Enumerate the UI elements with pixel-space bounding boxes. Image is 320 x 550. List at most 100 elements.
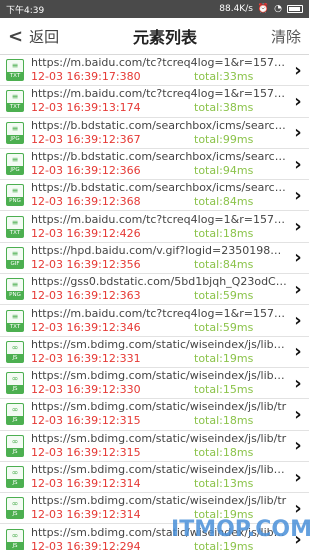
request-url: https://hpd.baidu.com/v.gif?logid=235019…	[31, 243, 287, 257]
request-total: total:33ms	[194, 70, 254, 84]
list-item[interactable]: ≡ TXT https://m.baidu.com/tc?tcreq4log=1&r…	[0, 305, 309, 337]
file-type-label: TXT	[7, 103, 23, 112]
row-meta: 12-03 16:39:12:366 total:94ms	[31, 164, 287, 178]
row-meta: 12-03 16:39:12:331 total:19ms	[31, 352, 287, 366]
list-item[interactable]: ≡ JPG https://b.bdstatic.com/searchbox/icm…	[0, 118, 309, 149]
file-type-icon: ∞ JS	[6, 372, 24, 395]
alarm-icon: ⏰	[257, 4, 270, 14]
watermark: ITMOP.COM	[171, 517, 312, 542]
file-glyph-icon: ∞	[11, 436, 19, 446]
request-url: https://m.baidu.com/tc?tcreq4log=1&r=157…	[31, 306, 287, 320]
file-type-icon: ≡ TXT	[6, 59, 24, 82]
list-item[interactable]: ∞ JS https://sm.bdimg.com/static/wiseindex…	[0, 337, 309, 368]
list-item[interactable]: ≡ PNG https://b.bdstatic.com/searchbox/icm…	[0, 180, 309, 212]
request-total: total:94ms	[194, 164, 254, 178]
row-info: https://m.baidu.com/tc?tcreq4log=1&r=157…	[31, 213, 287, 241]
request-total: total:84ms	[194, 257, 254, 271]
file-type-icon: ∞ JS	[6, 340, 24, 363]
chevron-right-icon[interactable]: ›	[287, 185, 309, 206]
request-time: 12-03 16:39:12:367	[31, 132, 141, 146]
request-url: https://b.bdstatic.com/searchbox/icms/se…	[31, 118, 287, 132]
request-time: 12-03 16:39:12:363	[31, 289, 141, 303]
list-item[interactable]: ∞ JS https://sm.bdimg.com/static/wiseindex…	[0, 462, 309, 494]
file-glyph-icon: ∞	[11, 374, 19, 384]
element-list: ≡ TXT https://m.baidu.com/tc?tcreq4log=1&r…	[0, 55, 309, 550]
request-time: 12-03 16:39:12:330	[31, 383, 141, 397]
chevron-right-icon[interactable]: ›	[287, 91, 309, 112]
row-meta: 12-03 16:39:12:368 total:84ms	[31, 195, 287, 209]
request-total: total:84ms	[194, 195, 254, 209]
chevron-right-icon[interactable]: ›	[287, 498, 309, 519]
network-speed: 88.4K/s	[219, 4, 253, 14]
file-type-label: JS	[7, 416, 23, 425]
request-time: 12-03 16:39:12:356	[31, 257, 141, 271]
chevron-right-icon[interactable]: ›	[287, 154, 309, 175]
status-bar: 下午4:39 88.4K/s ⏰ ◔	[0, 0, 309, 18]
request-url: https://sm.bdimg.com/static/wiseindex/js…	[31, 494, 287, 508]
chevron-right-icon[interactable]: ›	[287, 404, 309, 425]
list-item[interactable]: ∞ JS https://sm.bdimg.com/static/wiseindex…	[0, 368, 309, 400]
row-meta: 12-03 16:39:12:426 total:18ms	[31, 227, 287, 241]
chevron-right-icon[interactable]: ›	[287, 435, 309, 456]
chevron-right-icon[interactable]: ›	[287, 467, 309, 488]
row-info: https://sm.bdimg.com/static/wiseindex/js…	[31, 338, 287, 366]
request-time: 12-03 16:39:17:380	[31, 70, 141, 84]
request-url: https://m.baidu.com/tc?tcreq4log=1&r=157…	[31, 56, 287, 70]
file-glyph-icon: ∞	[11, 405, 19, 415]
file-type-label: TXT	[7, 228, 23, 237]
request-time: 12-03 16:39:12:315	[31, 445, 141, 459]
list-item[interactable]: ≡ TXT https://m.baidu.com/tc?tcreq4log=1&r…	[0, 55, 309, 87]
back-label: 返回	[29, 27, 60, 46]
file-glyph-icon: ≡	[11, 123, 19, 133]
chevron-right-icon[interactable]: ›	[287, 310, 309, 331]
request-url: https://b.bdstatic.com/searchbox/icms/se…	[31, 181, 287, 195]
row-info: https://sm.bdimg.com/static/wiseindex/js…	[31, 463, 287, 491]
request-time: 12-03 16:39:12:368	[31, 195, 141, 209]
chevron-right-icon[interactable]: ›	[287, 279, 309, 300]
back-button[interactable]: < 返回	[8, 26, 59, 47]
file-type-icon: ≡ JPG	[6, 121, 24, 144]
file-type-label: JS	[7, 541, 23, 550]
chevron-right-icon[interactable]: ›	[287, 373, 309, 394]
list-item[interactable]: ≡ GIF https://hpd.baidu.com/v.gif?logid=23…	[0, 243, 309, 275]
clear-button[interactable]: 清除	[271, 26, 301, 47]
row-meta: 12-03 16:39:12:315 total:18ms	[31, 414, 287, 428]
list-item[interactable]: ≡ JPG https://b.bdstatic.com/searchbox/icm…	[0, 149, 309, 181]
row-info: https://m.baidu.com/tc?tcreq4log=1&r=157…	[31, 87, 287, 115]
file-glyph-icon: ≡	[11, 61, 19, 71]
chevron-right-icon[interactable]: ›	[287, 247, 309, 268]
list-item[interactable]: ∞ JS https://sm.bdimg.com/static/wiseindex…	[0, 399, 309, 431]
list-item[interactable]: ≡ TXT https://m.baidu.com/tc?tcreq4log=1&r…	[0, 86, 309, 118]
chevron-right-icon[interactable]: ›	[287, 216, 309, 237]
row-meta: 12-03 16:39:13:174 total:38ms	[31, 101, 287, 115]
page-title: 元素列表	[133, 28, 198, 47]
request-time: 12-03 16:39:12:314	[31, 477, 141, 490]
request-total: total:18ms	[194, 226, 254, 240]
list-item[interactable]: ∞ JS https://sm.bdimg.com/static/wiseindex…	[0, 431, 309, 462]
row-info: https://m.baidu.com/tc?tcreq4log=1&r=157…	[31, 307, 287, 335]
request-total: total:38ms	[194, 101, 254, 115]
request-time: 12-03 16:39:12:346	[31, 320, 141, 334]
list-item[interactable]: ≡ TXT https://m.baidu.com/tc?tcreq4log=1&r…	[0, 211, 309, 243]
chevron-right-icon[interactable]: ›	[287, 60, 309, 81]
file-type-label: GIF	[7, 259, 23, 268]
row-meta: 12-03 16:39:12:330 total:15ms	[31, 383, 287, 397]
wifi-icon: ◔	[274, 4, 282, 14]
chevron-right-icon[interactable]: ›	[287, 122, 309, 143]
request-total: total:15ms	[194, 383, 254, 397]
file-type-label: JS	[7, 447, 23, 456]
row-info: https://m.baidu.com/tc?tcreq4log=1&r=157…	[31, 56, 287, 84]
request-total: total:59ms	[194, 289, 254, 303]
file-type-label: JPG	[7, 134, 23, 143]
chevron-right-icon[interactable]: ›	[287, 341, 309, 362]
request-time: 12-03 16:39:12:331	[31, 351, 141, 365]
file-glyph-icon: ≡	[11, 92, 19, 102]
file-type-icon: ∞ JS	[6, 466, 24, 488]
request-total: total:59ms	[194, 320, 254, 334]
chevron-left-icon: <	[8, 25, 24, 47]
list-item[interactable]: ≡ PNG https://gss0.bdstatic.com/5bd1bjqh_Q…	[0, 274, 309, 306]
battery-icon	[287, 5, 303, 13]
row-info: https://b.bdstatic.com/searchbox/icms/se…	[31, 119, 287, 147]
file-glyph-icon: ∞	[11, 468, 19, 477]
file-type-icon: ≡ TXT	[6, 309, 24, 332]
